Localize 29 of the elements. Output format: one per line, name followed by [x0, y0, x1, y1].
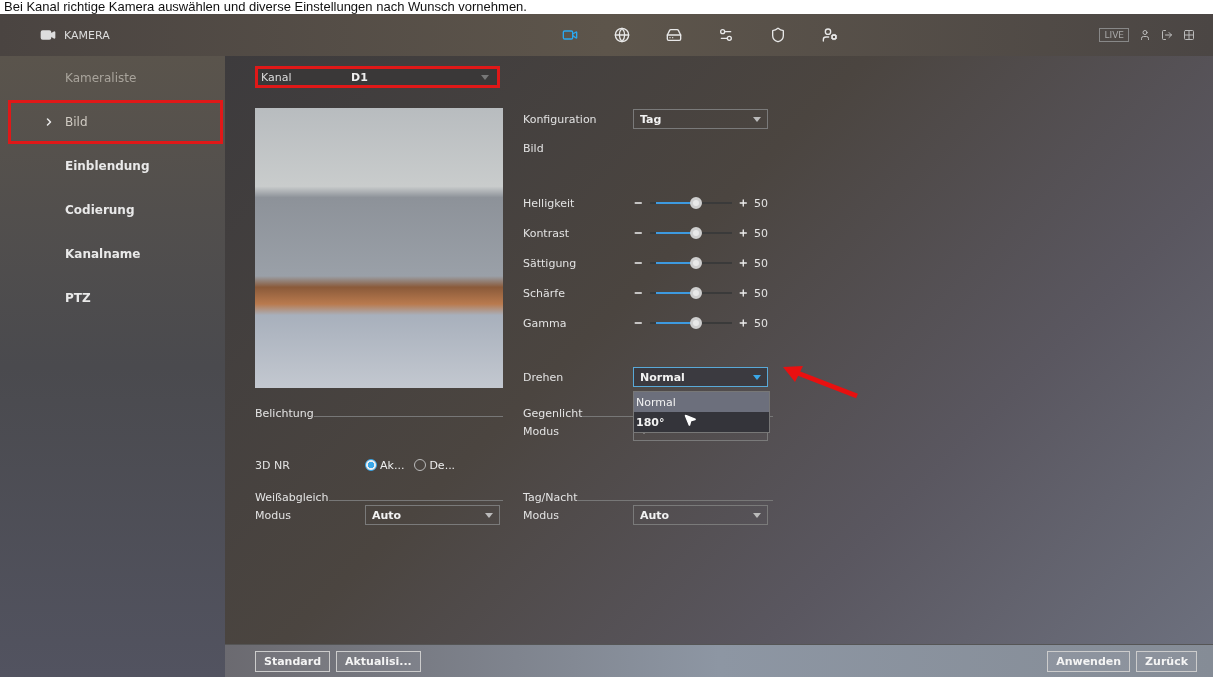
slider-label: Kontrast [523, 226, 570, 240]
section-heading: Weißabgleich [255, 491, 329, 504]
section-heading: Gegenlicht [523, 407, 583, 420]
slider-label: Sättigung [523, 256, 578, 270]
slider-value: 50 [754, 226, 768, 240]
section-heading: Tag/Nacht [523, 491, 578, 504]
sidebar-label: Kanalname [65, 247, 141, 261]
section-heading: Belichtung [255, 407, 314, 420]
section-label: Bild [523, 141, 545, 155]
page-title: KAMERA [64, 28, 110, 42]
sidebar-label: Kameraliste [65, 71, 137, 85]
sidebar-label: Bild [65, 115, 88, 129]
sidebar-label: Einblendung [65, 159, 150, 173]
sidebar-label: PTZ [65, 291, 91, 305]
field-label: Modus [255, 508, 292, 522]
slider-value: 50 [754, 286, 768, 300]
slider-value: 50 [754, 256, 768, 270]
slider-value: 50 [754, 316, 768, 330]
slider-label: Schärfe [523, 286, 566, 300]
field-label: Konfiguration [523, 112, 598, 126]
field-label: 3D NR [255, 458, 291, 472]
slider-label: Helligkeit [523, 196, 576, 210]
slider-value: 50 [754, 196, 768, 210]
field-label: Modus [523, 508, 560, 522]
slider-label: Gamma [523, 316, 568, 330]
field-label: Modus [523, 424, 560, 438]
caption-text: Bei Kanal richtige Kamera auswählen und diverse Einstellungen nach Wunsch vornehmen. [0, 0, 1213, 14]
field-label: Drehen [523, 370, 565, 384]
sidebar-label: Codierung [65, 203, 135, 217]
